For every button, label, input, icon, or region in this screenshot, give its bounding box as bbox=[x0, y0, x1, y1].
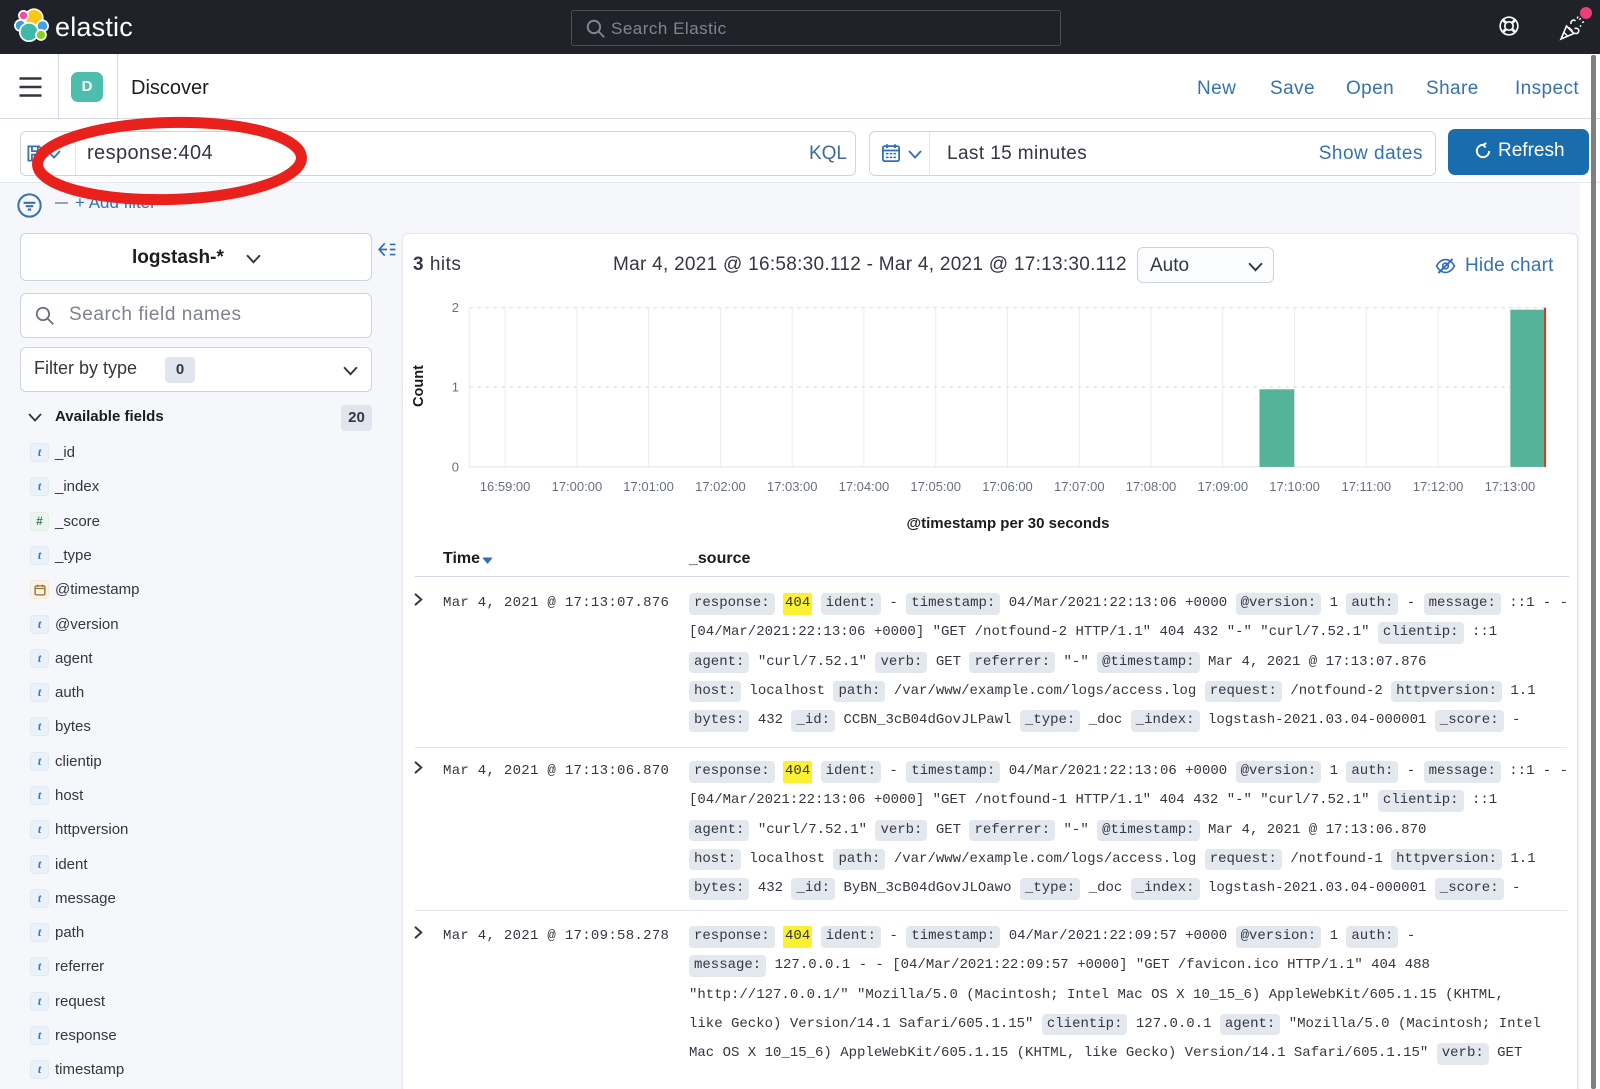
svg-text:17:12:00: 17:12:00 bbox=[1413, 479, 1464, 494]
svg-text:17:04:00: 17:04:00 bbox=[839, 479, 890, 494]
svg-text:17:10:00: 17:10:00 bbox=[1269, 479, 1320, 494]
svg-text:@timestamp per 30 seconds: @timestamp per 30 seconds bbox=[906, 515, 1109, 532]
svg-text:17:09:00: 17:09:00 bbox=[1197, 479, 1248, 494]
svg-text:16:59:00: 16:59:00 bbox=[480, 479, 531, 494]
svg-text:17:01:00: 17:01:00 bbox=[623, 479, 674, 494]
svg-text:17:13:00: 17:13:00 bbox=[1485, 479, 1536, 494]
svg-text:Count: Count bbox=[411, 365, 427, 407]
svg-text:17:05:00: 17:05:00 bbox=[910, 479, 961, 494]
svg-text:17:06:00: 17:06:00 bbox=[982, 479, 1033, 494]
svg-text:17:00:00: 17:00:00 bbox=[552, 479, 603, 494]
svg-text:17:08:00: 17:08:00 bbox=[1126, 479, 1177, 494]
svg-text:0: 0 bbox=[452, 459, 459, 474]
svg-text:17:03:00: 17:03:00 bbox=[767, 479, 818, 494]
svg-text:17:07:00: 17:07:00 bbox=[1054, 479, 1105, 494]
svg-text:17:11:00: 17:11:00 bbox=[1341, 479, 1391, 494]
svg-text:2: 2 bbox=[452, 300, 459, 315]
svg-text:1: 1 bbox=[452, 380, 459, 395]
svg-text:17:02:00: 17:02:00 bbox=[695, 479, 746, 494]
